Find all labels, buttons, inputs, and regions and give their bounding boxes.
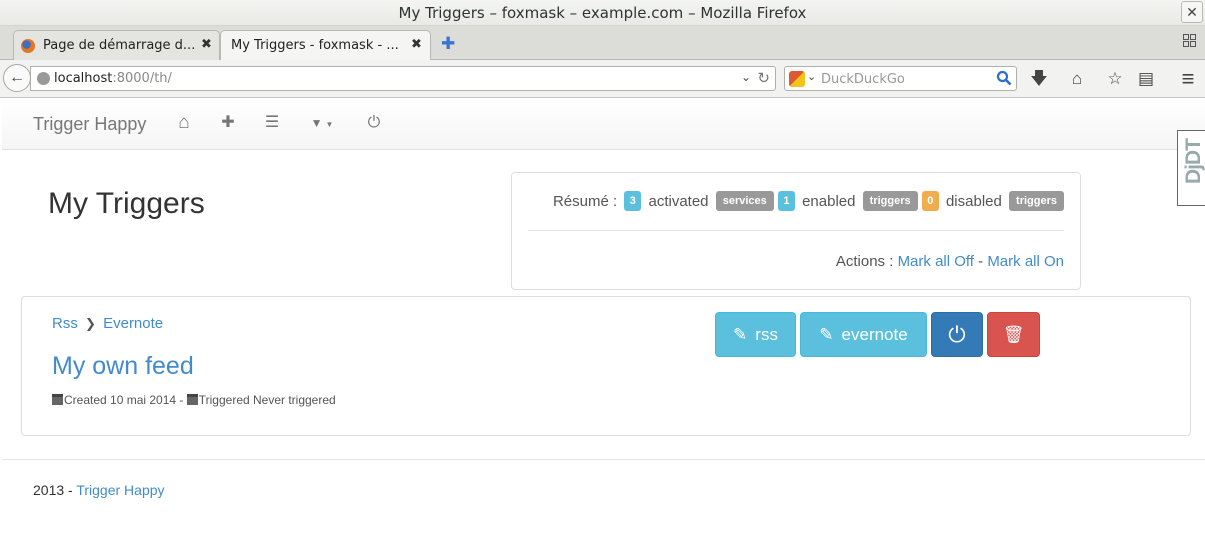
consumer-link[interactable]: Evernote <box>103 315 163 332</box>
url-text[interactable]: localhost:8000/th/ <box>54 71 172 86</box>
chevron-right-icon: ❯ <box>85 316 96 331</box>
search-engine-icon[interactable] <box>789 71 805 87</box>
trigger-title-link[interactable]: My own feed <box>52 352 194 381</box>
globe-icon <box>37 72 50 85</box>
browser-toolbar: localhost:8000/th/ ⌄ ↻ ← ⌄ 🡇 ⌂ ☆ ▤ ≡ <box>0 60 1205 98</box>
window-close-button[interactable]: ✕ <box>1181 1 1203 23</box>
tab-label: My Triggers - foxmask - ... <box>231 38 399 53</box>
trigger-services-breadcrumb: Rss ❯ Evernote <box>52 315 163 332</box>
edit-evernote-label: evernote <box>841 325 908 344</box>
enabled-label: enabled <box>802 192 856 210</box>
activated-label: activated <box>648 192 709 210</box>
new-tab-icon[interactable]: ✚ <box>441 34 455 54</box>
reading-list-icon[interactable]: ▤ <box>1135 68 1157 90</box>
activated-count-badge: 3 <box>624 191 642 211</box>
enabled-count-badge: 1 <box>777 191 795 211</box>
reload-icon[interactable]: ↻ <box>757 69 770 87</box>
mark-all-off-link[interactable]: Mark all Off <box>898 253 974 270</box>
search-icon[interactable] <box>996 70 1012 86</box>
actions-row: Actions : Mark all Off - Mark all On <box>836 253 1064 270</box>
tab-label: Page de démarrage d... <box>43 38 196 53</box>
triggers-tag: triggers <box>862 191 918 211</box>
url-bar[interactable]: localhost:8000/th/ ⌄ ↻ <box>30 66 776 91</box>
back-button[interactable]: ← <box>3 64 31 92</box>
mark-all-on-link[interactable]: Mark all On <box>987 253 1064 270</box>
summary-divider <box>528 230 1064 231</box>
tab-start-page[interactable]: Page de démarrage d... ✖ <box>13 30 220 60</box>
calendar-icon <box>52 394 63 405</box>
trigger-meta: Created 10 mai 2014 - Triggered Never tr… <box>52 393 336 407</box>
edit-evernote-button[interactable]: ✎ evernote <box>800 312 927 357</box>
add-trigger-icon[interactable]: ✚ <box>218 113 238 133</box>
home-icon[interactable]: ⌂ <box>174 113 194 133</box>
tab-list-icon[interactable] <box>1183 34 1197 48</box>
bookmark-star-icon[interactable]: ☆ <box>1104 68 1126 90</box>
pencil-icon: ✎ <box>733 325 748 344</box>
tab-close-icon[interactable]: ✖ <box>201 37 212 52</box>
footer-year: 2013 - <box>33 482 73 498</box>
debug-toolbar-label: DjDT <box>1182 139 1205 184</box>
resume-label: Résumé : <box>552 192 618 210</box>
actions-separator: - <box>978 253 984 270</box>
logout-icon[interactable]: ⏻ <box>364 113 384 133</box>
footer-link[interactable]: Trigger Happy <box>76 482 164 498</box>
disabled-label: disabled <box>945 192 1002 210</box>
pencil-icon: ✎ <box>819 325 834 344</box>
debug-toolbar-handle[interactable]: DjDT <box>1177 130 1205 206</box>
summary-row: Résumé : 3 activated services 1 enabled … <box>550 191 1064 211</box>
history-dropdown-icon[interactable]: ⌄ <box>741 70 751 84</box>
tab-my-triggers[interactable]: My Triggers - foxmask - ... ✖ <box>220 30 431 61</box>
services-tag: services <box>715 191 774 211</box>
provider-link[interactable]: Rss <box>52 315 78 332</box>
power-icon: ⏻ <box>948 322 966 347</box>
download-icon[interactable]: 🡇 <box>1028 68 1050 90</box>
actions-label: Actions : <box>835 253 894 270</box>
home-icon[interactable]: ⌂ <box>1066 68 1088 90</box>
footer-divider <box>2 459 1205 460</box>
menu-icon[interactable]: ≡ <box>1177 68 1199 90</box>
tab-close-icon[interactable]: ✖ <box>411 37 422 52</box>
search-bar[interactable]: ⌄ <box>784 66 1017 91</box>
triggers-tag: triggers <box>1009 191 1064 211</box>
app-navbar: Trigger Happy ⌂ ✚ ☰ ▼ ▼ ⏻ <box>2 99 1205 150</box>
services-list-icon[interactable]: ☰ <box>262 113 282 133</box>
triggered-status: Triggered Never triggered <box>198 393 336 407</box>
summary-panel: Résumé : 3 activated services 1 enabled … <box>511 172 1081 290</box>
calendar-icon <box>186 394 198 405</box>
trash-icon: 🗑 <box>1002 325 1025 344</box>
edit-rss-label: rss <box>755 325 778 344</box>
created-date: Created 10 mai 2014 - <box>64 393 184 407</box>
delete-trigger-button[interactable]: 🗑 <box>987 312 1040 357</box>
page-title: My Triggers <box>48 187 205 220</box>
search-input[interactable] <box>821 70 981 88</box>
disabled-count-badge: 0 <box>921 191 939 211</box>
footer: 2013 - Trigger Happy <box>33 482 165 498</box>
brand-link[interactable]: Trigger Happy <box>33 114 146 135</box>
tab-bar: Page de démarrage d... ✖ My Triggers - f… <box>0 26 1205 61</box>
firefox-icon <box>21 39 35 53</box>
toggle-trigger-button[interactable]: ⏻ <box>931 312 983 357</box>
window-titlebar: My Triggers – foxmask – example.com – Mo… <box>0 0 1205 26</box>
filter-dropdown-icon[interactable]: ▼ ▼ <box>306 113 338 133</box>
edit-rss-button[interactable]: ✎ rss <box>715 312 796 357</box>
window-title: My Triggers – foxmask – example.com – Mo… <box>398 4 807 22</box>
engine-dropdown-icon[interactable]: ⌄ <box>807 70 816 83</box>
trigger-panel: Rss ❯ Evernote My own feed Created 10 ma… <box>21 296 1191 436</box>
